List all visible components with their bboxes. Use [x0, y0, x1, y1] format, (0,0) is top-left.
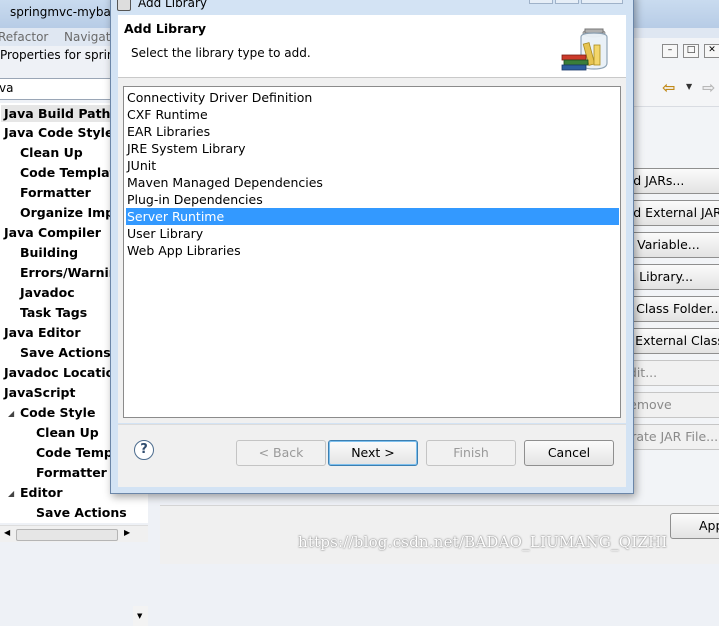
chevron-down-icon[interactable]: ▼: [686, 82, 692, 91]
button-label: Migrate JAR File...: [621, 429, 719, 444]
dialog-body: Connectivity Driver Definition CXF Runtim…: [118, 78, 626, 423]
tree-item[interactable]: Code Template: [20, 165, 124, 180]
button-label: Add External Class Folder...: [621, 333, 719, 348]
build-path-button[interactable]: Add Class Folder...: [620, 296, 719, 322]
tree-scroll-down-button[interactable]: ▼: [133, 606, 148, 626]
build-path-button[interactable]: Add Variable...: [620, 232, 719, 258]
scroll-left-arrow-icon: ◀: [4, 528, 11, 537]
tree-item[interactable]: Java Compiler: [4, 225, 101, 240]
maximize-icon[interactable]: □: [683, 44, 699, 58]
tree-item[interactable]: Code Style: [20, 405, 95, 420]
scroll-down-arrow-icon: ▼: [137, 612, 143, 620]
watermark-text: https://blog.csdn.net/BADAO_LIUMANG_QIZH…: [298, 533, 668, 551]
finish-button[interactable]: Finish: [426, 440, 516, 466]
forward-arrow-icon[interactable]: ⇨: [702, 78, 715, 97]
menu-navigate[interactable]: Navigat: [64, 30, 110, 44]
expand-triangle-icon[interactable]: ◢: [8, 489, 14, 498]
dialog-close-icon[interactable]: [581, 0, 623, 4]
dialog-minimize-icon[interactable]: [529, 0, 553, 4]
dialog-titlebar[interactable]: Add Library: [111, 0, 633, 11]
build-path-button[interactable]: Add JARs...: [620, 168, 719, 194]
dialog-button-bar: ? < Back Next > Finish Cancel: [118, 424, 626, 487]
eclipse-app-icon: [117, 0, 131, 11]
scrollbar-thumb[interactable]: [16, 529, 118, 541]
tree-item[interactable]: Building: [20, 245, 78, 260]
library-type-item[interactable]: JUnit: [126, 157, 619, 174]
menu-refactor[interactable]: Refactor: [0, 30, 48, 44]
dialog-subheading: Select the library type to add.: [131, 46, 311, 60]
tree-item[interactable]: Javadoc: [20, 285, 75, 300]
build-path-button[interactable]: Edit...: [620, 360, 719, 386]
cancel-button[interactable]: Cancel: [524, 440, 614, 466]
tree-item[interactable]: Java Code Style: [4, 125, 113, 140]
back-button[interactable]: < Back: [236, 440, 326, 466]
apply-button[interactable]: Apply: [670, 513, 719, 539]
dialog-heading: Add Library: [124, 21, 207, 36]
tree-item[interactable]: Java Build Path: [1, 105, 114, 122]
build-path-button[interactable]: Add External JARs...: [620, 200, 719, 226]
scroll-right-arrow-icon: ▶: [124, 528, 131, 537]
tree-item[interactable]: Organize Impo: [20, 205, 123, 220]
tree-item[interactable]: Clean Up: [36, 425, 99, 440]
tree-item[interactable]: Editor: [20, 485, 63, 500]
tree-item[interactable]: JavaScript: [4, 385, 75, 400]
properties-filter-input[interactable]: va: [0, 78, 114, 100]
tree-item[interactable]: Javadoc Location: [4, 365, 123, 380]
back-arrow-icon[interactable]: ⇦: [662, 78, 675, 97]
tree-item[interactable]: Formatter: [36, 465, 107, 480]
library-type-item[interactable]: Server Runtime: [126, 208, 619, 225]
background-window-title: springmvc-mybat: [10, 5, 116, 19]
expand-triangle-icon[interactable]: ◢: [8, 409, 14, 418]
library-type-item[interactable]: Maven Managed Dependencies: [126, 174, 619, 191]
build-path-button[interactable]: Migrate JAR File...: [620, 424, 719, 450]
library-type-item[interactable]: Web App Libraries: [126, 242, 619, 259]
tree-item[interactable]: Clean Up: [20, 145, 83, 160]
dialog-maximize-icon[interactable]: [555, 0, 579, 4]
library-type-item[interactable]: EAR Libraries: [126, 123, 619, 140]
add-library-dialog: Add Library Add Library Select the libra…: [110, 0, 634, 494]
build-path-button[interactable]: Remove: [620, 392, 719, 418]
dialog-title: Add Library: [138, 0, 208, 10]
tree-item[interactable]: Java Editor: [4, 325, 81, 340]
help-icon[interactable]: ?: [134, 440, 154, 460]
button-label: Add Class Folder...: [621, 301, 719, 316]
library-type-item[interactable]: Plug-in Dependencies: [126, 191, 619, 208]
library-type-item[interactable]: CXF Runtime: [126, 106, 619, 123]
next-button[interactable]: Next >: [328, 440, 418, 466]
tree-item[interactable]: Save Actions: [20, 345, 111, 360]
tree-item[interactable]: Save Actions: [36, 505, 127, 520]
minimize-icon[interactable]: –: [662, 44, 678, 58]
tree-horizontal-scrollbar[interactable]: ◀ ▶: [0, 525, 148, 542]
library-type-item[interactable]: Connectivity Driver Definition: [126, 89, 619, 106]
tree-item[interactable]: Formatter: [20, 185, 91, 200]
close-icon[interactable]: ✕: [704, 44, 719, 58]
build-path-button[interactable]: Add Library...: [620, 264, 719, 290]
filter-value: va: [0, 81, 14, 95]
tree-item[interactable]: Task Tags: [20, 305, 87, 320]
build-path-button[interactable]: Add External Class Folder...: [620, 328, 719, 354]
button-label: Add External JARs...: [621, 205, 719, 220]
properties-dialog-title: Properties for sprin: [0, 48, 115, 62]
dialog-header: Add Library Select the library type to a…: [118, 15, 626, 78]
library-type-item[interactable]: JRE System Library: [126, 140, 619, 157]
library-type-item[interactable]: User Library: [126, 225, 619, 242]
library-jar-icon: [561, 28, 608, 71]
library-type-list[interactable]: Connectivity Driver Definition CXF Runtim…: [123, 86, 621, 418]
tree-item[interactable]: Code Templ: [36, 445, 117, 460]
